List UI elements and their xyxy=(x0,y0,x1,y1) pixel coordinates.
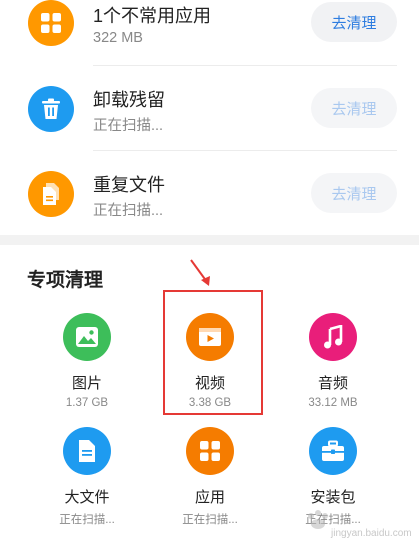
list-item-uninstall-residue[interactable]: 卸载残留 正在扫描... 去清理 xyxy=(0,66,419,150)
item-subtitle: 正在扫描... xyxy=(93,203,164,219)
image-icon xyxy=(63,313,111,361)
apps-grid-icon xyxy=(186,427,234,475)
special-item-apps[interactable]: 应用 正在扫描... xyxy=(150,427,270,527)
special-item-audio[interactable]: 音频 33.12 MB xyxy=(273,313,393,409)
item-title: 卸载残留 xyxy=(93,90,165,110)
item-subtitle: 正在扫描... xyxy=(93,118,164,134)
item-size: 33.12 MB xyxy=(308,397,358,409)
special-item-large-files[interactable]: 大文件 正在扫描... xyxy=(27,427,147,527)
clean-button[interactable]: 去清理 xyxy=(311,88,397,128)
section-title: 专项清理 xyxy=(27,270,104,291)
item-title: 1个不常用应用 xyxy=(93,6,212,26)
trash-icon xyxy=(28,86,74,132)
item-title: 重复文件 xyxy=(93,175,165,195)
item-name: 音频 xyxy=(317,375,348,392)
apps-grid-icon xyxy=(28,0,74,46)
toolbox-icon xyxy=(309,427,357,475)
item-subtitle: 322 MB xyxy=(93,30,143,46)
item-size: 1.37 GB xyxy=(65,397,109,409)
duplicate-files-icon xyxy=(28,171,74,217)
list-item-duplicate-files[interactable]: 重复文件 正在扫描... 去清理 xyxy=(0,151,419,235)
baidu-paw-icon: jingyan.baidu.com xyxy=(308,510,412,539)
clean-button[interactable]: 去清理 xyxy=(311,173,397,213)
annotation-arrow-icon xyxy=(190,259,210,286)
section-separator xyxy=(0,235,419,245)
item-size: 正在扫描... xyxy=(59,514,115,526)
item-name: 大文件 xyxy=(64,489,110,506)
list-item-unused-apps[interactable]: 1个不常用应用 322 MB 去清理 xyxy=(0,0,419,64)
music-icon xyxy=(309,313,357,361)
item-name: 图片 xyxy=(71,375,102,392)
highlight-box xyxy=(163,290,263,415)
clean-button[interactable]: 去清理 xyxy=(311,2,397,42)
item-name: 安装包 xyxy=(310,489,356,506)
item-size: 正在扫描... xyxy=(182,514,238,526)
watermark: jingyan.baidu.com xyxy=(301,508,412,540)
svg-text:jingyan.baidu.com: jingyan.baidu.com xyxy=(330,528,411,539)
document-icon xyxy=(63,427,111,475)
special-item-images[interactable]: 图片 1.37 GB xyxy=(27,313,147,409)
item-name: 应用 xyxy=(194,489,225,506)
